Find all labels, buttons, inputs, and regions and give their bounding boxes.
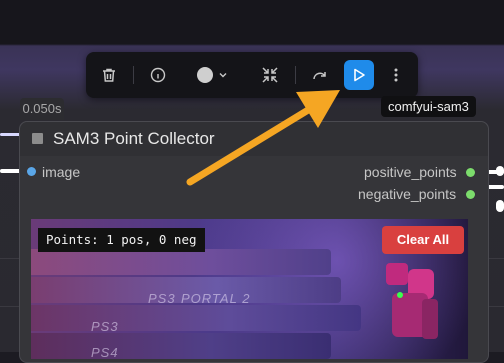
disc-label: PS4 bbox=[91, 345, 119, 359]
collapse-arrows-icon bbox=[262, 67, 278, 83]
more-vertical-icon bbox=[394, 68, 398, 82]
game-case bbox=[31, 249, 331, 275]
points-counter: Points: 1 pos, 0 neg bbox=[38, 228, 205, 252]
execution-time-badge: 0.050s bbox=[20, 98, 64, 120]
input-label-image: image bbox=[42, 164, 81, 180]
wire-end bbox=[496, 200, 504, 212]
node-collapse-toggle[interactable] bbox=[32, 133, 43, 144]
wire-end bbox=[496, 166, 504, 176]
game-case bbox=[31, 305, 361, 331]
disc-label: PS3 bbox=[91, 319, 119, 334]
run-button[interactable] bbox=[344, 60, 374, 90]
trash-icon bbox=[103, 68, 115, 82]
tooltip: comfyui-sam3 bbox=[381, 96, 476, 117]
disc-label: PORTAL 2 bbox=[181, 291, 251, 306]
more-button[interactable] bbox=[384, 63, 408, 87]
toolbar-separator bbox=[133, 66, 134, 84]
toolbar-separator bbox=[295, 66, 296, 84]
chevron-down-icon bbox=[219, 73, 227, 78]
figurine-image bbox=[386, 263, 438, 339]
clear-all-button[interactable]: Clear All bbox=[382, 226, 464, 254]
node-toolbar bbox=[86, 52, 418, 98]
output-label-positive: positive_points bbox=[364, 164, 457, 180]
disc-label: PS3 bbox=[148, 291, 176, 306]
output-slot-negative[interactable] bbox=[466, 190, 475, 199]
color-button[interactable] bbox=[192, 63, 232, 87]
info-button[interactable] bbox=[146, 63, 170, 87]
game-case bbox=[31, 333, 331, 359]
input-slot-image[interactable] bbox=[27, 167, 36, 176]
delete-button[interactable] bbox=[97, 63, 121, 87]
collapse-button[interactable] bbox=[258, 63, 282, 87]
bypass-button[interactable] bbox=[308, 63, 332, 87]
node-title: SAM3 Point Collector bbox=[53, 129, 215, 148]
output-label-negative: negative_points bbox=[358, 186, 457, 202]
play-icon bbox=[354, 68, 365, 82]
info-icon bbox=[150, 67, 166, 83]
redo-arrow-icon bbox=[313, 72, 326, 80]
color-circle-icon bbox=[197, 67, 213, 83]
output-slot-positive[interactable] bbox=[466, 168, 475, 177]
